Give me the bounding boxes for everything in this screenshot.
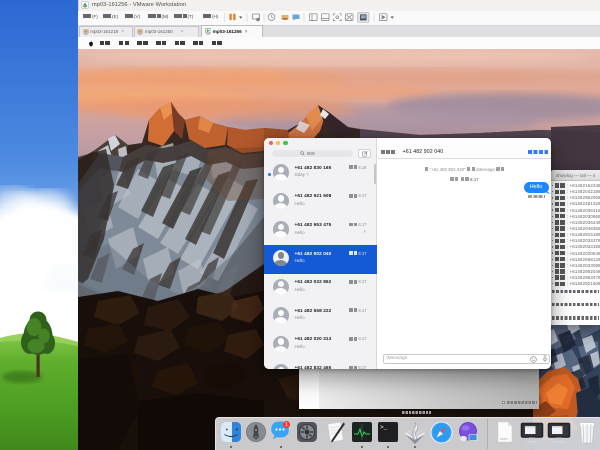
svg-text:SCPT: SCPT	[500, 437, 508, 441]
svg-text:>_: >_	[380, 424, 388, 431]
svg-text:1: 1	[285, 422, 288, 428]
